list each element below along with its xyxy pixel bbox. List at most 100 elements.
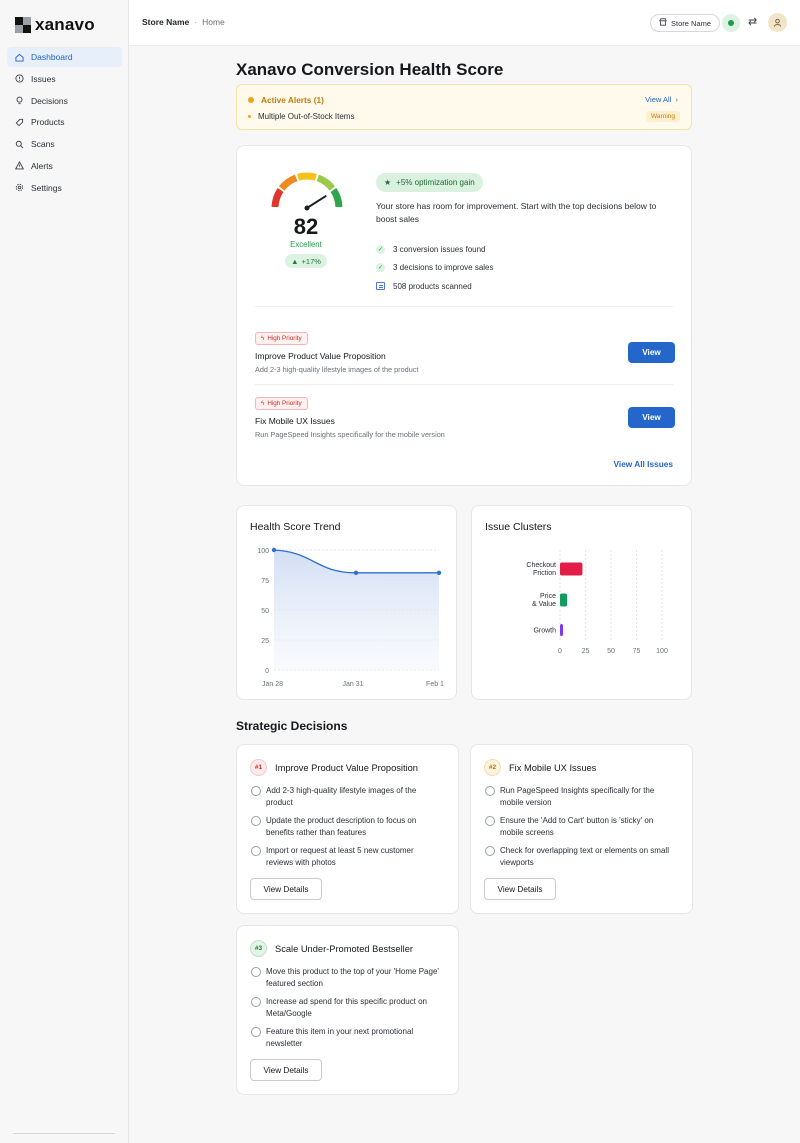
issue-clusters-chart: 0 25 50 75 100 CheckoutFriction Price& Value Gr… <box>526 550 668 655</box>
gauge-segment <box>278 174 298 191</box>
sidebar-item-dashboard[interactable]: Dashboard <box>7 47 122 67</box>
logo[interactable]: xanavo <box>15 15 95 35</box>
alerts-heading-text: Active Alerts (1) <box>261 95 324 105</box>
decision-step-checkbox[interactable]: Import or request at least 5 new custome… <box>251 845 441 869</box>
x-tick-label: Feb 1 <box>426 681 444 688</box>
decision-step-checkbox[interactable]: Update the product description to focus … <box>251 815 441 839</box>
warning-badge: Warning <box>646 111 680 122</box>
score-stat-text: 3 conversion issues found <box>393 244 486 254</box>
y-tick-label: 75 <box>261 578 269 585</box>
score-stat-text: 3 decisions to improve sales <box>393 263 494 273</box>
warning-triangle-icon <box>15 161 24 170</box>
sidebar-nav: Dashboard Issues Decisions Products Scan… <box>7 47 122 200</box>
sidebar-item-alerts[interactable]: Alerts <box>7 156 122 176</box>
score-value: 82 <box>293 214 319 239</box>
sidebar-item-label: Scans <box>31 139 55 150</box>
decision-title: Scale Under-Promoted Bestseller <box>275 943 413 954</box>
trend-point <box>436 570 442 575</box>
active-alerts-banner: Active Alerts (1) View All › Multiple Ou… <box>236 84 692 130</box>
x-tick-label: 0 <box>558 648 562 655</box>
sidebar-item-issues[interactable]: Issues <box>7 69 122 89</box>
optimization-gain-text: +5% optimization gain <box>396 178 475 187</box>
sidebar: xanavo Dashboard Issues Decisions Produc… <box>0 0 129 1143</box>
score-rating-label: Excellent <box>290 240 322 249</box>
cluster-bar <box>560 593 568 607</box>
view-issue-button[interactable]: View <box>628 407 675 428</box>
x-tick-label: Jan 28 <box>262 681 283 688</box>
view-details-button[interactable]: View Details <box>484 878 556 900</box>
cluster-bar <box>560 624 564 636</box>
home-icon <box>15 53 24 62</box>
sidebar-item-scans[interactable]: Scans <box>7 134 122 154</box>
view-issue-button[interactable]: View <box>628 342 675 363</box>
divider <box>255 306 673 307</box>
decision-title: Improve Product Value Proposition <box>275 762 418 773</box>
decision-step-checkbox[interactable]: Move this product to the top of your 'Ho… <box>251 966 441 990</box>
category-label: & Value <box>532 601 556 608</box>
x-tick-label: 100 <box>656 648 668 655</box>
decision-step-checkbox[interactable]: Increase ad spend for this specific prod… <box>251 996 441 1020</box>
lightbulb-icon <box>15 96 24 105</box>
x-tick-label: 50 <box>607 648 615 655</box>
y-tick-label: 100 <box>257 548 269 555</box>
alerts-heading: Active Alerts (1) <box>248 95 324 105</box>
score-delta-text: +17% <box>301 256 321 266</box>
score-stat-text: 508 products scanned <box>393 281 472 291</box>
decision-step-checkbox[interactable]: Add 2-3 high-quality lifestyle images of… <box>251 785 441 809</box>
store-icon <box>659 18 667 28</box>
decision-step-checkbox[interactable]: Ensure the 'Add to Cart' button is 'stic… <box>485 815 675 839</box>
sidebar-item-decisions[interactable]: Decisions <box>7 91 122 111</box>
view-all-issues-link[interactable]: View All Issues <box>614 459 674 469</box>
sidebar-footer-divider <box>13 1133 115 1134</box>
sidebar-item-label: Issues <box>31 73 56 84</box>
decision-step-checkbox[interactable]: Run PageSpeed Insights specifically for … <box>485 785 675 809</box>
decision-title: Fix Mobile UX Issues <box>509 762 597 773</box>
store-selector-button[interactable]: Store Name <box>650 14 721 32</box>
rank-badge: #2 <box>484 759 501 776</box>
breadcrumb-home[interactable]: Home <box>202 17 225 27</box>
topbar: Store Name · Home Store Name ⇄ <box>129 0 800 46</box>
score-stat-item: ✓ 3 conversion issues found <box>376 240 494 259</box>
star-icon: ★ <box>384 178 392 187</box>
alert-item[interactable]: Multiple Out-of-Stock Items <box>248 112 354 121</box>
view-details-button[interactable]: View Details <box>250 878 322 900</box>
gear-icon <box>15 183 24 192</box>
issue-clusters-card: Issue Clusters 0 25 50 75 100 Checkout Frictio… <box>471 505 692 700</box>
gauge-segment <box>330 188 343 208</box>
issue-subtitle: Add 2-3 high-quality lifestyle images of… <box>255 365 419 374</box>
sidebar-item-label: Settings <box>31 182 62 193</box>
alert-circle-icon <box>15 74 24 83</box>
view-details-button[interactable]: View Details <box>250 1059 322 1081</box>
sidebar-item-products[interactable]: Products <box>7 112 122 132</box>
trend-point <box>353 570 359 575</box>
gauge-segment <box>316 174 336 191</box>
refresh-icon[interactable]: ⇄ <box>748 15 757 28</box>
sidebar-item-settings[interactable]: Settings <box>7 178 122 198</box>
store-selector-label: Store Name <box>671 18 712 28</box>
decision-header: #2 Fix Mobile UX Issues <box>484 759 596 776</box>
health-score-trend-card: Health Score Trend 100 75 50 25 0 Jan 28 Jan 3… <box>236 505 457 700</box>
x-tick-label: 75 <box>633 648 641 655</box>
y-tick-label: 50 <box>261 608 269 615</box>
search-icon <box>15 140 24 149</box>
avatar[interactable] <box>768 13 787 32</box>
connection-status-indicator[interactable] <box>722 14 740 32</box>
alerts-view-all-link[interactable]: View All › <box>645 95 678 104</box>
breadcrumb-store[interactable]: Store Name <box>142 17 189 27</box>
bolt-icon: ϟ <box>261 335 265 342</box>
x-tick-label: 25 <box>582 648 590 655</box>
decision-step-checkbox[interactable]: Check for overlapping text or elements o… <box>485 845 675 869</box>
alert-item-text: Multiple Out-of-Stock Items <box>258 112 355 121</box>
optimization-gain-badge: ★ +5% optimization gain <box>376 173 483 192</box>
alerts-view-all-label: View All <box>645 95 672 104</box>
score-stat-item: 508 products scanned <box>376 277 494 296</box>
alert-dot-icon <box>248 97 254 103</box>
priority-badge: ϟ High Priority <box>255 397 308 410</box>
trend-area <box>274 550 439 670</box>
trend-point <box>271 547 277 553</box>
sidebar-item-label: Products <box>31 117 65 128</box>
category-label: Friction <box>533 570 556 577</box>
bolt-icon: ϟ <box>261 400 265 407</box>
decision-step-checkbox[interactable]: Feature this item in your next promotion… <box>251 1026 441 1050</box>
chevron-right-icon: › <box>673 95 678 104</box>
